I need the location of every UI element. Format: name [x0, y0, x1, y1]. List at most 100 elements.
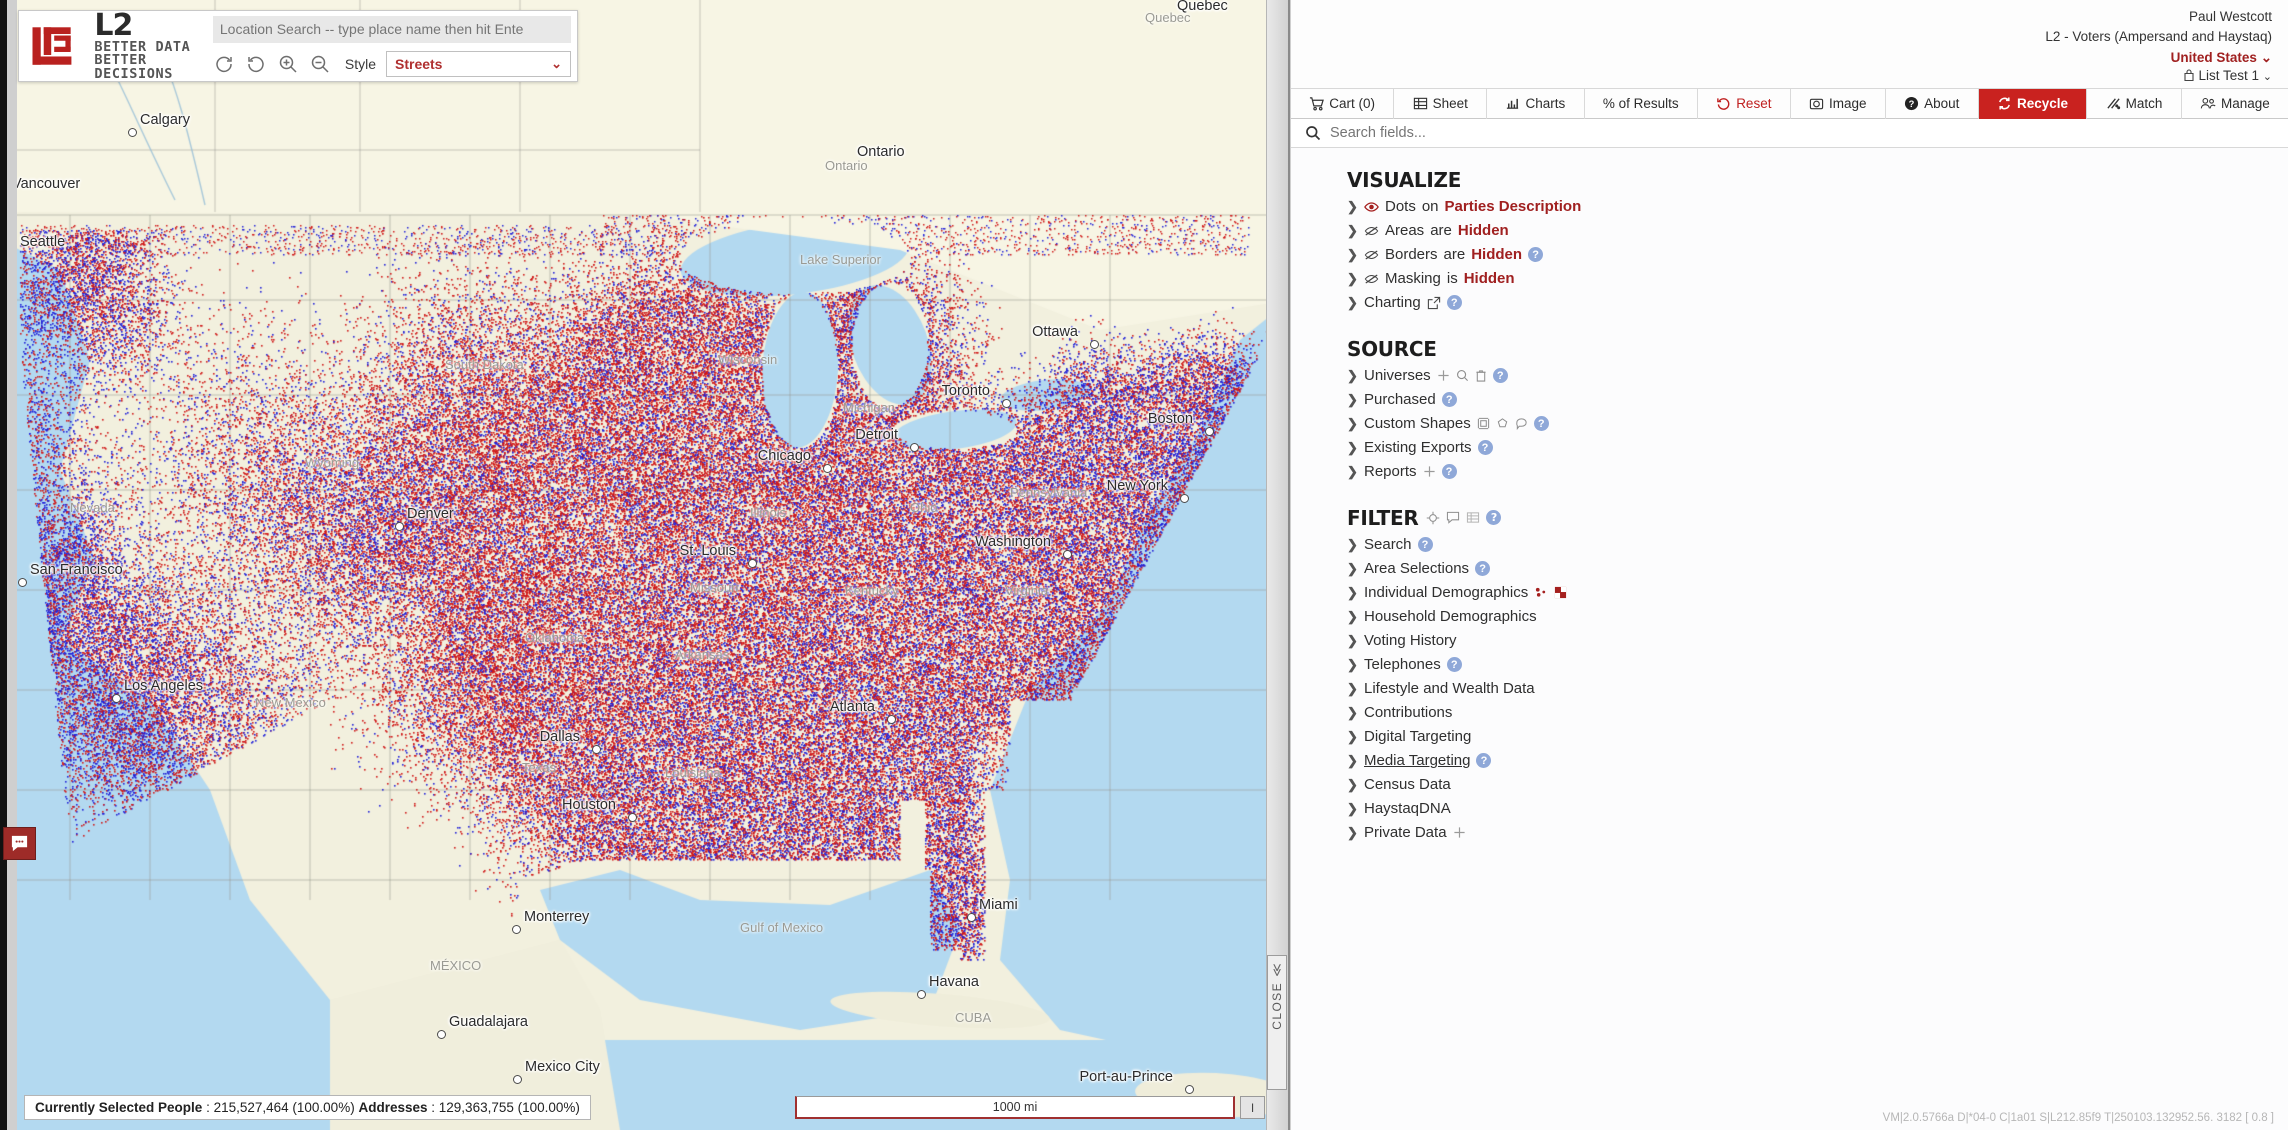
tab-manage[interactable]: Manage: [2182, 89, 2288, 119]
panel-row-household-demographics[interactable]: ❯ Household Demographics: [1347, 605, 2288, 629]
panel-row-areas[interactable]: ❯ Areas are Hidden: [1347, 219, 2288, 243]
panel-row-purchased[interactable]: ❯ Purchased?: [1347, 388, 2288, 412]
panel-row-haystaqdna[interactable]: ❯ HaystaqDNA: [1347, 797, 2288, 821]
section-title-visualize: VISUALIZE: [1347, 168, 2288, 192]
sheet-icon: [1413, 96, 1428, 111]
chevron-right-icon: ❯: [1347, 728, 1358, 744]
help-icon[interactable]: ?: [1533, 416, 1549, 432]
section-header-icons: ?: [1426, 510, 1502, 526]
plus-icon[interactable]: [1423, 465, 1436, 478]
panel-row-private-data[interactable]: ❯ Private Data: [1347, 821, 2288, 845]
panel-row-voting-history[interactable]: ❯ Voting History: [1347, 629, 2288, 653]
dots-icon[interactable]: [1534, 586, 1548, 599]
panel-row-area-selections[interactable]: ❯ Area Selections?: [1347, 557, 2288, 581]
help-icon[interactable]: ?: [1441, 392, 1457, 408]
l2-logo: L2 BETTER DATA BETTER DECISIONS: [25, 10, 199, 82]
eye-slash-icon[interactable]: [1364, 249, 1379, 261]
tab-recycle[interactable]: Recycle: [1978, 88, 2088, 119]
panel-row-borders[interactable]: ❯ Borders are Hidden?: [1347, 243, 2288, 267]
panel-row-label: Voting History: [1364, 632, 1457, 650]
help-icon[interactable]: ?: [1446, 657, 1462, 673]
panel-row-media-targeting[interactable]: ❯ Media Targeting?: [1347, 749, 2288, 773]
panel-row-individual-demographics[interactable]: ❯ Individual Demographics: [1347, 581, 2288, 605]
zoom-out-icon[interactable]: [309, 53, 331, 75]
search-icon[interactable]: [1456, 369, 1469, 382]
panel-row-lifestyle-and-wealth-data[interactable]: ❯ Lifestyle and Wealth Data: [1347, 677, 2288, 701]
chevron-right-icon: ❯: [1347, 415, 1358, 431]
panel-row-state[interactable]: Hidden: [1464, 270, 1515, 287]
help-icon[interactable]: ?: [1477, 440, 1493, 456]
eye-icon[interactable]: [1364, 201, 1379, 213]
tab-cart-0[interactable]: Cart (0): [1291, 88, 1395, 119]
panel-row-contributions[interactable]: ❯ Contributions: [1347, 701, 2288, 725]
rect-select-icon[interactable]: [1477, 417, 1490, 430]
panel-row-masking[interactable]: ❯ Masking is Hidden: [1347, 267, 2288, 291]
panel-row-search[interactable]: ❯ Search?: [1347, 533, 2288, 557]
panel-row-digital-targeting[interactable]: ❯ Digital Targeting: [1347, 725, 2288, 749]
tab-reset[interactable]: Reset: [1698, 88, 1791, 119]
help-icon[interactable]: ?: [1441, 464, 1457, 480]
eye-slash-icon[interactable]: [1364, 225, 1379, 237]
tab-charts[interactable]: Charts: [1487, 88, 1585, 119]
panel-row-label: Reports: [1364, 463, 1417, 481]
tab-about[interactable]: ? About: [1886, 88, 1979, 119]
panel-row-universes[interactable]: ❯ Universes?: [1347, 364, 2288, 388]
panel-row-state[interactable]: Parties Description: [1445, 198, 1582, 215]
help-icon[interactable]: ?: [1446, 295, 1462, 311]
chat-support-button[interactable]: [3, 827, 36, 860]
panel-row-custom-shapes[interactable]: ❯ Custom Shapes?: [1347, 412, 2288, 436]
field-search-row: [1291, 118, 2288, 148]
lasso-icon[interactable]: [1515, 417, 1528, 431]
rotate-ccw-icon[interactable]: [245, 53, 267, 75]
panel-row-existing-exports[interactable]: ❯ Existing Exports?: [1347, 436, 2288, 460]
panel-row-census-data[interactable]: ❯ Census Data: [1347, 773, 2288, 797]
tab-sheet[interactable]: Sheet: [1394, 88, 1488, 119]
panel-row-state[interactable]: Hidden: [1471, 246, 1522, 263]
help-icon[interactable]: ?: [1475, 561, 1491, 577]
map-scale-toggle-button[interactable]: I: [1240, 1096, 1265, 1119]
table-icon[interactable]: [1466, 511, 1480, 524]
panel-row-telephones[interactable]: ❯ Telephones?: [1347, 653, 2288, 677]
rotate-cw-icon[interactable]: [213, 53, 235, 75]
trash-icon[interactable]: [1475, 369, 1487, 382]
chevron-right-icon: ❯: [1347, 800, 1358, 816]
zoom-in-icon[interactable]: [277, 53, 299, 75]
polygon-icon[interactable]: [1496, 417, 1509, 430]
panel-row-reports[interactable]: ❯ Reports?: [1347, 460, 2288, 484]
help-icon[interactable]: ?: [1492, 368, 1508, 384]
chevron-down-icon: ⌄: [551, 55, 562, 71]
map-style-select[interactable]: Streets ⌄: [386, 50, 571, 77]
close-panel-button[interactable]: ≫ CLOSE: [1267, 955, 1287, 1090]
list-icon: [2184, 69, 2194, 81]
tab-match[interactable]: Match: [2087, 88, 2182, 119]
panel-row-label: Lifestyle and Wealth Data: [1364, 680, 1535, 698]
panel-row-connector: on: [1421, 198, 1439, 216]
panel-row-state[interactable]: Hidden: [1458, 222, 1509, 239]
help-icon[interactable]: ?: [1528, 247, 1544, 263]
country-selector[interactable]: United States ⌄: [1291, 48, 2272, 68]
tab-image[interactable]: Image: [1791, 88, 1886, 119]
help-icon[interactable]: ?: [1486, 510, 1502, 526]
plus-icon[interactable]: [1453, 826, 1466, 839]
manage-icon: [2200, 96, 2216, 111]
help-icon[interactable]: ?: [1417, 537, 1433, 553]
external-link-icon[interactable]: [1427, 296, 1441, 310]
map-pane[interactable]: Quebec Ontario Lake Superior Wisconsin Michi…: [0, 0, 1290, 1130]
tab-of-results[interactable]: % of Results: [1585, 88, 1698, 119]
plus-icon[interactable]: [1437, 369, 1450, 382]
chevron-right-icon: ❯: [1347, 198, 1358, 214]
location-search-input[interactable]: [212, 15, 571, 43]
comment-icon[interactable]: [1446, 511, 1460, 524]
panel-row-label: Area Selections: [1364, 560, 1470, 578]
application-window: Quebec Ontario Lake Superior Wisconsin Michi…: [0, 0, 2288, 1130]
search-fields-input[interactable]: [1330, 124, 2278, 141]
chevron-right-icon: ❯: [1347, 656, 1358, 672]
target-icon[interactable]: [1426, 511, 1440, 525]
panel-row-dots[interactable]: ❯ Dots on Parties Description: [1347, 195, 2288, 219]
eye-slash-icon[interactable]: [1364, 273, 1379, 285]
panel-row-charting[interactable]: ❯ Charting?: [1347, 291, 2288, 315]
square-red-icon[interactable]: [1554, 586, 1567, 599]
chevron-right-icon: ❯: [1347, 391, 1358, 407]
help-icon[interactable]: ?: [1476, 753, 1492, 769]
list-selector[interactable]: List Test 1 ⌄: [1291, 68, 2272, 83]
